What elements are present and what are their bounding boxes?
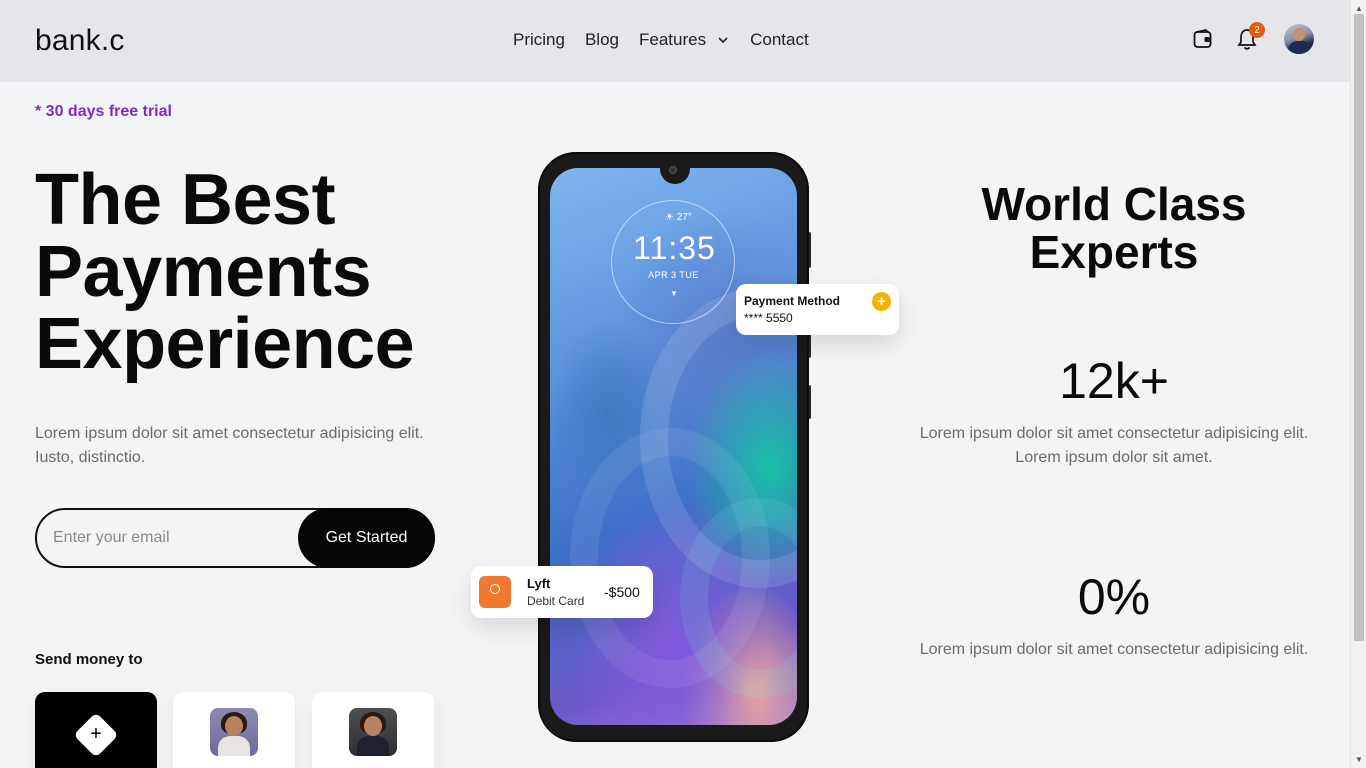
email-signup-form: Get Started	[35, 508, 435, 568]
nav-features[interactable]: Features	[639, 30, 728, 50]
stat-users-description: Lorem ipsum dolor sit amet consectetur a…	[919, 425, 1309, 466]
scroll-down-icon[interactable]: ▼	[1355, 755, 1363, 764]
user-avatar[interactable]	[1284, 24, 1314, 54]
stat-fees-description: Lorem ipsum dolor sit amet consectetur a…	[919, 641, 1309, 658]
top-header: bank.c Pricing Blog Features Contact 2	[0, 0, 1350, 82]
transaction-name: Lyft	[527, 576, 551, 591]
phone-screen: ☀ 27° 11:35 APR 3 TUE ▼	[550, 168, 797, 725]
notification-badge: 2	[1249, 22, 1265, 38]
header-actions: 2	[1192, 22, 1314, 54]
recipient-avatar	[210, 708, 258, 756]
caret-down-icon: ▼	[670, 289, 678, 298]
payment-method-title: Payment Method	[744, 294, 841, 308]
hero-description: Lorem ipsum dolor sit amet consectetur a…	[35, 425, 424, 466]
send-money-label: Send money to	[35, 651, 143, 668]
main-nav: Pricing Blog Features Contact	[513, 30, 809, 50]
notifications-button[interactable]: 2	[1236, 22, 1265, 51]
trial-label: * 30 days free trial	[35, 103, 172, 120]
phone-clock: 11:35	[633, 230, 716, 266]
phone-date: APR 3 TUE	[648, 270, 699, 280]
add-recipient-card[interactable]: +	[35, 692, 157, 768]
nav-pricing[interactable]: Pricing	[513, 30, 565, 50]
transaction-amount: -$500	[604, 584, 640, 600]
phone-weather: ☀ 27°	[665, 212, 692, 223]
plus-icon: +	[90, 723, 102, 745]
phone-mockup: ☀ 27° 11:35 APR 3 TUE ▼	[538, 152, 809, 742]
page-scrollbar[interactable]: ▲ ▼	[1350, 0, 1366, 768]
email-input[interactable]	[53, 510, 293, 566]
recipient-card[interactable]	[173, 692, 295, 768]
scroll-thumb[interactable]	[1354, 14, 1364, 641]
experts-title: World Class Experts	[981, 178, 1247, 278]
add-payment-button[interactable]: +	[872, 292, 891, 311]
hero-title: The Best Payments Experience	[35, 160, 415, 384]
recipient-card[interactable]	[312, 692, 434, 768]
transaction-card[interactable]: Lyft Debit Card -$500	[471, 566, 653, 618]
logo[interactable]: bank.c	[35, 24, 125, 58]
nav-blog[interactable]: Blog	[585, 30, 619, 50]
nav-contact[interactable]: Contact	[750, 30, 809, 50]
stat-fees: 0%	[1077, 569, 1151, 625]
recipient-avatar	[349, 708, 397, 756]
scroll-up-icon[interactable]: ▲	[1355, 4, 1363, 13]
lyft-icon	[479, 576, 511, 608]
stat-users: 12k+	[1059, 353, 1169, 409]
chevron-down-icon	[718, 37, 728, 44]
get-started-button[interactable]: Get Started	[298, 508, 435, 568]
payment-method-card[interactable]: Payment Method **** 5550 +	[736, 284, 899, 335]
transaction-type: Debit Card	[527, 594, 585, 608]
card-number: **** 5550	[744, 311, 793, 325]
wallet-icon[interactable]	[1192, 28, 1214, 50]
camera-icon	[669, 166, 677, 174]
nav-features-label: Features	[639, 30, 707, 49]
